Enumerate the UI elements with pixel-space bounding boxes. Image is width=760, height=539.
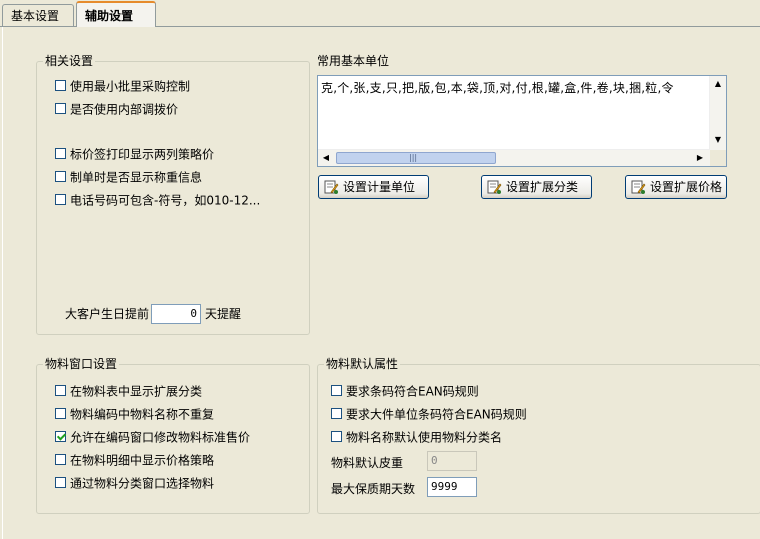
- checkbox-box[interactable]: [55, 103, 66, 114]
- common-units-text: 克,个,张,支,只,把,版,包,本,袋,顶,对,付,根,罐,盒,件,卷,块,捆,…: [321, 81, 674, 95]
- tab-basic-settings[interactable]: 基本设置: [2, 4, 74, 26]
- checkbox-box-checked[interactable]: [55, 431, 66, 442]
- edit-document-icon: [486, 179, 502, 195]
- checkbox-min-batch-purchase[interactable]: 使用最小批里采购控制: [55, 78, 190, 94]
- scroll-corner: [710, 150, 726, 166]
- checkbox-box[interactable]: [55, 171, 66, 182]
- set-extended-price-button[interactable]: 设置扩展价格: [625, 175, 727, 199]
- vertical-scrollbar[interactable]: ▲ ▼: [709, 76, 726, 150]
- checkbox-box[interactable]: [55, 454, 66, 465]
- checkbox-phone-dash[interactable]: 电话号码可包含-符号，如010-12...: [55, 192, 260, 208]
- horizontal-scrollbar[interactable]: ◀ ||| ▶: [318, 149, 710, 166]
- group-title: 物料窗口设置: [43, 357, 120, 371]
- edit-document-icon: [630, 179, 646, 195]
- checkbox-price-tag-two-columns[interactable]: 标价签打印显示两列策略价: [55, 146, 214, 162]
- grip-icon: |||: [409, 153, 418, 162]
- birthday-suffix-label: 天提醒: [205, 307, 242, 321]
- checkbox-default-category-name[interactable]: 物料名称默认使用物料分类名: [331, 429, 502, 445]
- birthday-prefix-label: 大客户生日提前: [65, 307, 150, 321]
- checkbox-box[interactable]: [55, 408, 66, 419]
- group-title: 物料默认属性: [324, 357, 401, 371]
- max-shelf-life-input[interactable]: 9999: [427, 477, 477, 497]
- set-extended-category-button[interactable]: 设置扩展分类: [481, 175, 592, 199]
- checkbox-unique-material-name[interactable]: 物料编码中物料名称不重复: [55, 406, 214, 422]
- checkbox-box[interactable]: [331, 431, 342, 442]
- tab-auxiliary-settings[interactable]: 辅助设置: [76, 1, 156, 27]
- checkbox-select-via-category[interactable]: 通过物料分类窗口选择物料: [55, 475, 214, 491]
- checkbox-box[interactable]: [55, 385, 66, 396]
- max-shelf-life-label: 最大保质期天数: [331, 482, 416, 496]
- checkbox-box[interactable]: [55, 194, 66, 205]
- checkbox-barcode-ean[interactable]: 要求条码符合EAN码规则: [331, 383, 479, 399]
- checkbox-box[interactable]: [55, 477, 66, 488]
- scroll-down-arrow-icon[interactable]: ▼: [710, 132, 726, 148]
- set-unit-button[interactable]: 设置计量单位: [318, 175, 429, 199]
- checkbox-large-unit-barcode-ean[interactable]: 要求大件单位条码符合EAN码规则: [331, 406, 527, 422]
- birthday-days-input[interactable]: 0: [151, 304, 201, 324]
- scroll-up-arrow-icon[interactable]: ▲: [710, 76, 726, 92]
- checkbox-show-price-strategy[interactable]: 在物料明细中显示价格策略: [55, 452, 214, 468]
- checkbox-edit-standard-price[interactable]: 允许在编码窗口修改物料标准售价: [55, 429, 250, 445]
- scroll-left-arrow-icon[interactable]: ◀: [318, 150, 334, 166]
- checkbox-box[interactable]: [55, 80, 66, 91]
- default-tare-input: 0: [427, 451, 477, 471]
- checkbox-box[interactable]: [331, 408, 342, 419]
- horizontal-scroll-thumb[interactable]: |||: [336, 152, 496, 164]
- default-tare-label: 物料默认皮重: [331, 456, 404, 470]
- common-units-textarea[interactable]: 克,个,张,支,只,把,版,包,本,袋,顶,对,付,根,罐,盒,件,卷,块,捆,…: [317, 75, 727, 167]
- checkbox-show-extended-category[interactable]: 在物料表中显示扩展分类: [55, 383, 202, 399]
- checkbox-box[interactable]: [331, 385, 342, 396]
- tab-bar: 基本设置 辅助设置: [0, 0, 760, 27]
- scroll-right-arrow-icon[interactable]: ▶: [692, 150, 708, 166]
- common-units-title: 常用基本单位: [317, 54, 390, 68]
- group-title: 相关设置: [43, 54, 96, 68]
- edit-document-icon: [323, 179, 339, 195]
- checkbox-box[interactable]: [55, 148, 66, 159]
- tab-page: 相关设置 使用最小批里采购控制 是否使用内部调拨价 标价签打印显示两列策略价 制…: [2, 27, 760, 539]
- checkbox-show-weighing-info[interactable]: 制单时是否显示称重信息: [55, 169, 202, 185]
- checkbox-internal-transfer-price[interactable]: 是否使用内部调拨价: [55, 101, 178, 117]
